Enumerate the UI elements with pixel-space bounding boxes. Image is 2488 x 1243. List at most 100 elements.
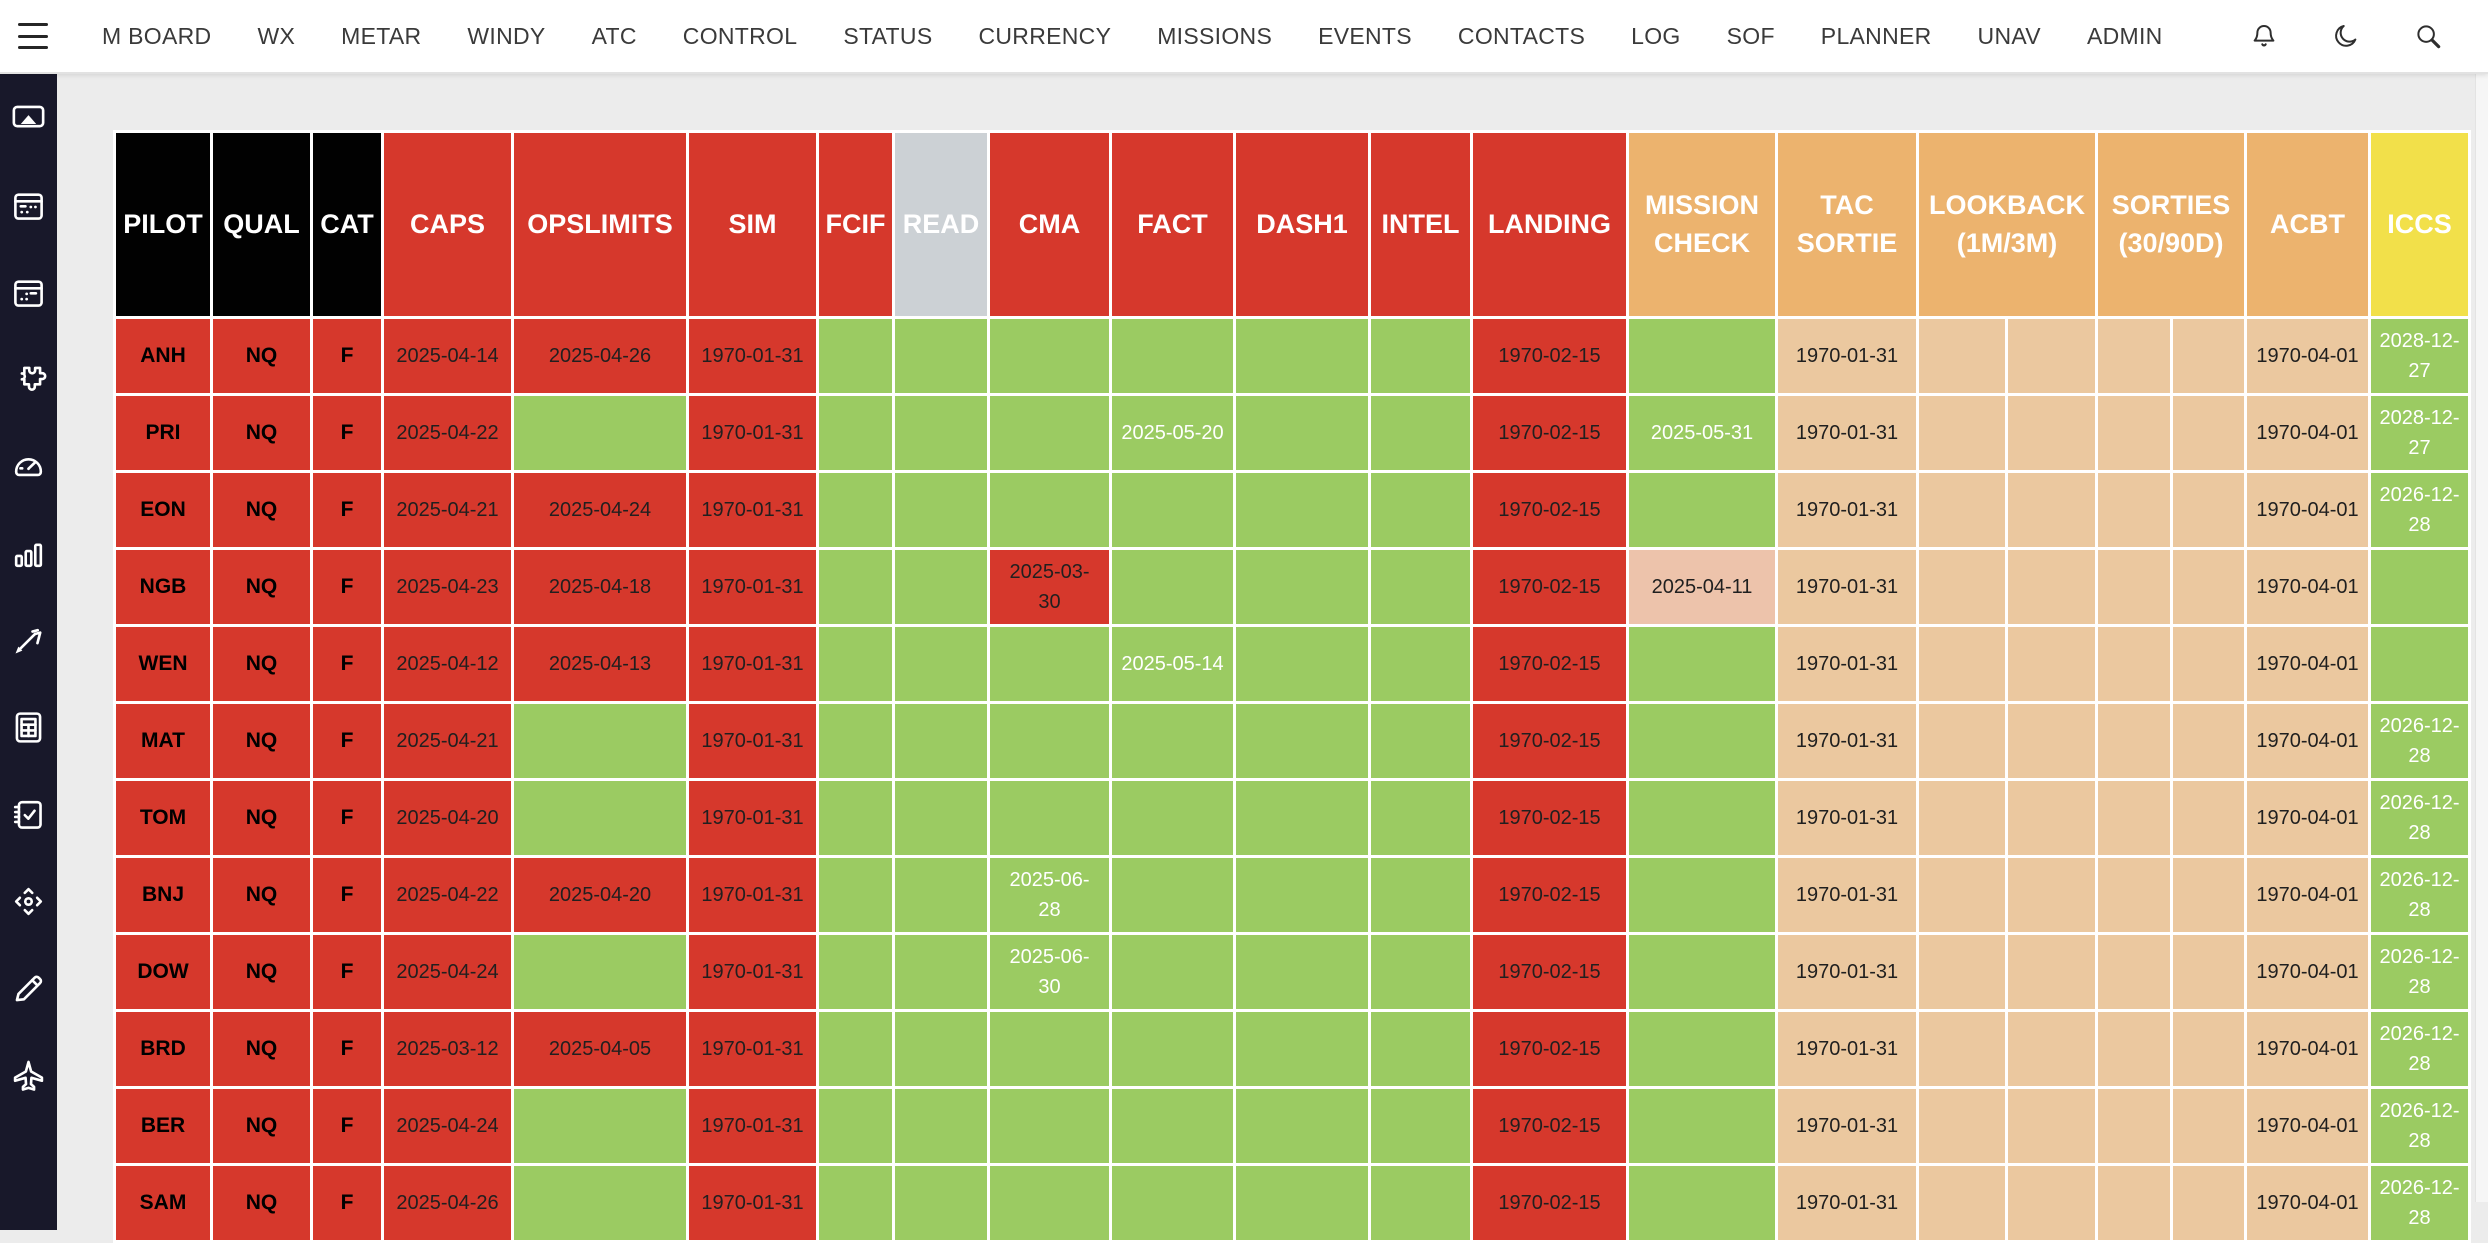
nav-item-atc[interactable]: ATC — [592, 23, 637, 50]
cell-pri-dash1 — [1236, 396, 1368, 470]
sidebar-pencil-icon[interactable] — [10, 970, 47, 1007]
cell-anh-fact — [1112, 319, 1233, 393]
hamburger-menu-icon[interactable] — [18, 23, 52, 49]
nav-item-events[interactable]: EVENTS — [1318, 23, 1412, 50]
sidebar-grid-card-icon[interactable] — [10, 709, 47, 746]
cell-wen-acbt: 1970-04-01 — [2247, 627, 2368, 701]
moon-icon[interactable] — [2330, 20, 2362, 52]
cell-tom-cat: F — [313, 781, 381, 855]
cell-sam-fcif — [819, 1166, 892, 1240]
cell-mat-sorties-30 — [2098, 704, 2170, 778]
nav-item-control[interactable]: CONTROL — [683, 23, 798, 50]
cell-bnj-pilot: BNJ — [116, 858, 210, 932]
cell-ber-mission-check — [1629, 1089, 1775, 1163]
nav-item-planner[interactable]: PLANNER — [1821, 23, 1932, 50]
sidebar-move-icon[interactable] — [10, 883, 47, 920]
cell-eon-tac-sortie: 1970-01-31 — [1778, 473, 1916, 547]
cell-brd-lookback-1m — [1919, 1012, 2005, 1086]
cell-anh-caps: 2025-04-14 — [384, 319, 511, 393]
cell-ber-dash1 — [1236, 1089, 1368, 1163]
cell-anh-mission-check — [1629, 319, 1775, 393]
cell-wen-fact: 2025-05-14 — [1112, 627, 1233, 701]
nav-item-currency[interactable]: CURRENCY — [978, 23, 1111, 50]
cell-anh-read — [895, 319, 987, 393]
sidebar-bar-chart-icon[interactable] — [10, 535, 47, 572]
cell-dow-lookback-3m — [2008, 935, 2095, 1009]
sidebar-dart-icon[interactable] — [10, 622, 47, 659]
cell-mat-cma — [990, 704, 1109, 778]
nav-item-log[interactable]: LOG — [1631, 23, 1680, 50]
search-icon[interactable] — [2412, 20, 2444, 52]
cell-bnj-sim: 1970-01-31 — [689, 858, 816, 932]
cell-bnj-intel — [1371, 858, 1470, 932]
column-header-opslimits: OPSLIMITS — [514, 133, 686, 316]
vertical-scrollbar[interactable] — [2475, 72, 2488, 1202]
cell-anh-qual: NQ — [213, 319, 310, 393]
cell-pri-fcif — [819, 396, 892, 470]
column-header-fact: FACT — [1112, 133, 1233, 316]
cell-eon-pilot: EON — [116, 473, 210, 547]
bell-icon[interactable] — [2248, 20, 2280, 52]
cell-ngb-mission-check: 2025-04-11 — [1629, 550, 1775, 624]
nav-item-m-board[interactable]: M BOARD — [102, 23, 211, 50]
nav-item-windy[interactable]: WINDY — [467, 23, 545, 50]
nav-item-contacts[interactable]: CONTACTS — [1458, 23, 1585, 50]
cell-bnj-cat: F — [313, 858, 381, 932]
cell-ngb-pilot: NGB — [116, 550, 210, 624]
column-header-pilot: PILOT — [116, 133, 210, 316]
column-header-fcif: FCIF — [819, 133, 892, 316]
cell-eon-sorties-30 — [2098, 473, 2170, 547]
cell-eon-cat: F — [313, 473, 381, 547]
board-body: ANHNQF2025-04-142025-04-261970-01-311970… — [116, 319, 2468, 1240]
nav-item-missions[interactable]: MISSIONS — [1157, 23, 1272, 50]
cell-ngb-read — [895, 550, 987, 624]
cell-tom-landing: 1970-02-15 — [1473, 781, 1626, 855]
cell-ber-lookback-3m — [2008, 1089, 2095, 1163]
nav-item-wx[interactable]: WX — [257, 23, 295, 50]
cell-dow-fact — [1112, 935, 1233, 1009]
sidebar-notebook-check-icon[interactable] — [10, 796, 47, 833]
cell-pri-qual: NQ — [213, 396, 310, 470]
sidebar-gauge-icon[interactable] — [10, 448, 47, 485]
cell-bnj-opslimits: 2025-04-20 — [514, 858, 686, 932]
nav-item-status[interactable]: STATUS — [843, 23, 932, 50]
cell-ber-sorties-30 — [2098, 1089, 2170, 1163]
top-nav: M BOARD WX METAR WINDY ATC CONTROL STATUS CURRE… — [0, 0, 2488, 74]
cell-eon-landing: 1970-02-15 — [1473, 473, 1626, 547]
cell-ber-cat: F — [313, 1089, 381, 1163]
sidebar-present-screen-icon[interactable] — [10, 100, 47, 137]
cell-ber-sim: 1970-01-31 — [689, 1089, 816, 1163]
cell-bnj-read — [895, 858, 987, 932]
nav-item-unav[interactable]: UNAV — [1978, 23, 2041, 50]
cell-ngb-lookback-3m — [2008, 550, 2095, 624]
cell-eon-sim: 1970-01-31 — [689, 473, 816, 547]
cell-anh-opslimits: 2025-04-26 — [514, 319, 686, 393]
cell-ngb-lookback-1m — [1919, 550, 2005, 624]
cell-pri-lookback-1m — [1919, 396, 2005, 470]
cell-sam-acbt: 1970-04-01 — [2247, 1166, 2368, 1240]
sidebar-calendar-icon[interactable] — [10, 187, 47, 224]
nav-item-sof[interactable]: SOF — [1727, 23, 1775, 50]
nav-item-admin[interactable]: ADMIN — [2087, 23, 2163, 50]
cell-mat-sorties-90 — [2173, 704, 2244, 778]
sidebar-calendar-alt-icon[interactable] — [10, 274, 47, 311]
cell-brd-dash1 — [1236, 1012, 1368, 1086]
table-row-tom: TOMNQF2025-04-201970-01-311970-02-151970… — [116, 781, 2468, 855]
cell-anh-lookback-3m — [2008, 319, 2095, 393]
cell-brd-read — [895, 1012, 987, 1086]
cell-wen-cat: F — [313, 627, 381, 701]
cell-ngb-intel — [1371, 550, 1470, 624]
cell-tom-caps: 2025-04-20 — [384, 781, 511, 855]
cell-mat-qual: NQ — [213, 704, 310, 778]
cell-wen-dash1 — [1236, 627, 1368, 701]
cell-dow-sorties-30 — [2098, 935, 2170, 1009]
cell-tom-sim: 1970-01-31 — [689, 781, 816, 855]
sidebar-puzzle-icon[interactable] — [10, 361, 47, 398]
sidebar-airplane-icon[interactable] — [10, 1057, 47, 1094]
cell-dow-caps: 2025-04-24 — [384, 935, 511, 1009]
cell-dow-iccs: 2026-12-28 — [2371, 935, 2468, 1009]
cell-anh-sim: 1970-01-31 — [689, 319, 816, 393]
nav-item-metar[interactable]: METAR — [341, 23, 421, 50]
cell-wen-cma — [990, 627, 1109, 701]
cell-tom-cma — [990, 781, 1109, 855]
